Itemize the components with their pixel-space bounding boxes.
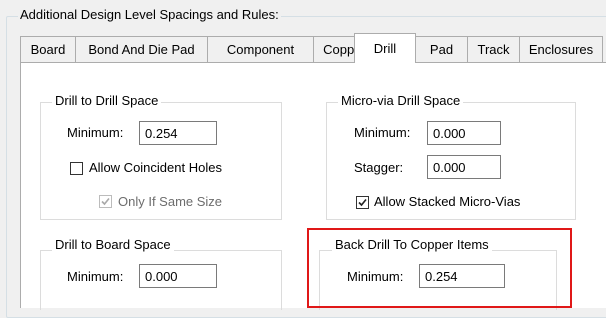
allow-coincident-holes-checkbox[interactable] [70, 162, 83, 175]
micro-via-stagger-input[interactable] [427, 155, 501, 179]
checkmark-icon [101, 197, 110, 206]
tab-component[interactable]: Component [207, 36, 314, 62]
design-rules-group-title: Additional Design Level Spacings and Rul… [18, 7, 281, 23]
tab-pad-label: Pad [429, 42, 454, 57]
tab-strip: Board Bond And Die Pad Component Copper … [20, 33, 606, 63]
tab-track-label: Track [477, 42, 510, 57]
tab-enclosures-label: Enclosures [528, 42, 594, 57]
drill-to-drill-minimum-label: Minimum: [67, 125, 124, 140]
drill-to-board-minimum-label: Minimum: [67, 269, 124, 284]
tab-bond-label: Bond And Die Pad [88, 42, 195, 57]
drill-to-board-title: Drill to Board Space [52, 237, 174, 253]
tab-component-label: Component [226, 42, 295, 57]
checkmark-icon [358, 198, 367, 207]
only-if-same-size-label[interactable]: Only If Same Size [118, 194, 222, 210]
micro-via-title: Micro-via Drill Space [338, 93, 464, 109]
allow-stacked-micro-vias-label[interactable]: Allow Stacked Micro-Vias [374, 194, 520, 210]
tab-track[interactable]: Track [467, 36, 520, 62]
tab-enclosures[interactable]: Enclosures [519, 36, 603, 62]
micro-via-minimum-label: Minimum: [354, 125, 411, 140]
tab-board-label: Board [30, 42, 66, 57]
back-drill-highlight-box [307, 228, 572, 308]
drill-to-drill-minimum-input[interactable] [139, 121, 217, 145]
tab-pad[interactable]: Pad [415, 36, 468, 62]
drill-tab-panel: Drill to Drill Space Minimum: Allow Coin… [20, 62, 606, 310]
micro-via-minimum-input[interactable] [427, 121, 501, 145]
drill-to-board-minimum-input[interactable] [139, 264, 217, 288]
micro-via-stagger-label: Stagger: [354, 160, 404, 175]
drill-to-drill-title: Drill to Drill Space [52, 93, 162, 109]
tab-drill[interactable]: Drill [354, 33, 416, 63]
only-if-same-size-checkbox[interactable] [99, 195, 112, 208]
tab-board[interactable]: Board [20, 36, 76, 62]
tab-bond-and-die-pad[interactable]: Bond And Die Pad [75, 36, 208, 62]
allow-coincident-holes-label[interactable]: Allow Coincident Holes [89, 160, 222, 176]
tab-drill-label: Drill [373, 41, 397, 56]
allow-stacked-micro-vias-checkbox[interactable] [356, 196, 369, 209]
